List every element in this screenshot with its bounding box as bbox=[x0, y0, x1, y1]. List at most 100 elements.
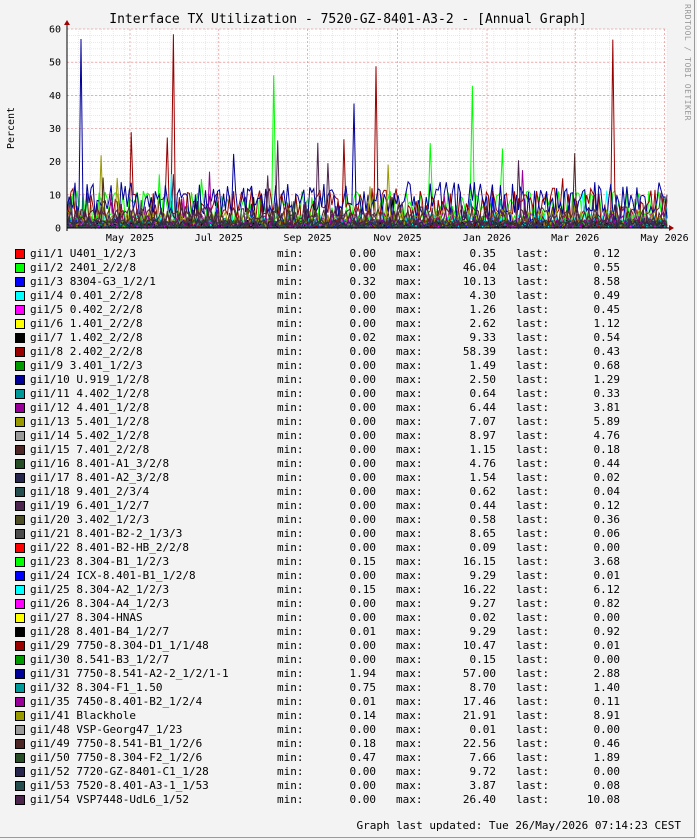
legend-series-name: gi1/20 3.402_1/2/3 bbox=[30, 513, 150, 526]
legend-max-label: max: bbox=[396, 275, 423, 288]
legend-row: gi1/29 7750-8.304-D1_1/1/48 min: 0.00 max: 1… bbox=[14, 639, 684, 653]
legend-last-label: last: bbox=[516, 275, 550, 288]
legend-max-label: max: bbox=[396, 667, 423, 680]
legend-swatch bbox=[15, 389, 25, 399]
legend-max-value: 0.09 bbox=[469, 541, 497, 554]
legend-min-value: 0.00 bbox=[349, 289, 377, 302]
legend-last-value: 2.88 bbox=[593, 667, 621, 680]
legend-min-value: 0.00 bbox=[349, 541, 377, 554]
legend-series-name: gi1/11 4.402_1/2/8 bbox=[30, 387, 150, 400]
legend-max-label: max: bbox=[396, 597, 423, 610]
legend-last-value: 10.08 bbox=[586, 793, 620, 806]
legend-last-label: last: bbox=[516, 443, 550, 456]
legend-last-value: 6.12 bbox=[593, 583, 621, 596]
legend-min-label: min: bbox=[277, 541, 304, 554]
legend-min-value: 0.00 bbox=[349, 723, 377, 736]
legend-swatch bbox=[15, 725, 25, 735]
legend-max-label: max: bbox=[396, 303, 423, 316]
legend-last-value: 0.11 bbox=[593, 695, 621, 708]
last-updated: Graph last updated: Tue 26/May/2026 07:1… bbox=[356, 819, 681, 832]
legend-max-label: max: bbox=[396, 373, 423, 386]
legend-last-value: 0.49 bbox=[593, 289, 621, 302]
legend-swatch bbox=[15, 599, 25, 609]
legend-min-value: 0.00 bbox=[349, 527, 377, 540]
legend-last-label: last: bbox=[516, 583, 550, 596]
legend-row: gi1/24 ICX-8.401-B1_1/2/8 min: 0.00 max: 9.2… bbox=[14, 569, 684, 583]
rrdtool-credit: RRDTOOL / TOBI OETIKER bbox=[683, 4, 692, 121]
legend-series-name: gi1/19 6.401_1/2/7 bbox=[30, 499, 150, 512]
legend: gi1/1 U401_1/2/3 min: 0.00 max: 0.35 last: 0.1… bbox=[14, 247, 684, 807]
legend-min-label: min: bbox=[277, 751, 304, 764]
legend-swatch bbox=[15, 795, 25, 805]
legend-last-label: last: bbox=[516, 457, 550, 470]
legend-last-label: last: bbox=[516, 387, 550, 400]
legend-last-label: last: bbox=[516, 737, 550, 750]
legend-min-value: 0.00 bbox=[349, 261, 377, 274]
legend-last-label: last: bbox=[516, 317, 550, 330]
legend-row: gi1/5 0.402_2/2/8 min: 0.00 max: 1.26 last: 0.… bbox=[14, 303, 684, 317]
legend-min-value: 0.00 bbox=[349, 415, 377, 428]
legend-max-label: max: bbox=[396, 443, 423, 456]
legend-row: gi1/23 8.304-B1_1/2/3 min: 0.15 max: 16.15 la… bbox=[14, 555, 684, 569]
legend-last-label: last: bbox=[516, 261, 550, 274]
legend-max-value: 6.44 bbox=[469, 401, 497, 414]
legend-row: gi1/14 5.402_1/2/8 min: 0.00 max: 8.97 last: 4… bbox=[14, 429, 684, 443]
legend-min-value: 0.00 bbox=[349, 513, 377, 526]
legend-series-name: gi1/18 9.401_2/3/4 bbox=[30, 485, 150, 498]
legend-max-value: 0.44 bbox=[469, 499, 497, 512]
legend-last-value: 3.81 bbox=[593, 401, 621, 414]
legend-max-label: max: bbox=[396, 261, 423, 274]
y-tick-label: 40 bbox=[49, 91, 61, 102]
legend-swatch bbox=[15, 403, 25, 413]
legend-max-value: 9.29 bbox=[469, 625, 497, 638]
legend-last-label: last: bbox=[516, 359, 550, 372]
legend-min-label: min: bbox=[277, 765, 304, 778]
legend-last-label: last: bbox=[516, 751, 550, 764]
legend-swatch bbox=[15, 627, 25, 637]
legend-series-name: gi1/35 7450-8.401-B2_1/2/4 bbox=[30, 695, 203, 708]
legend-max-label: max: bbox=[396, 737, 423, 750]
legend-last-value: 0.45 bbox=[593, 303, 621, 316]
legend-max-value: 9.33 bbox=[469, 331, 497, 344]
legend-min-value: 0.00 bbox=[349, 373, 377, 386]
legend-min-value: 0.00 bbox=[349, 443, 377, 456]
legend-series-name: gi1/24 ICX-8.401-B1_1/2/8 bbox=[30, 569, 196, 582]
legend-min-value: 0.00 bbox=[349, 303, 377, 316]
legend-last-value: 0.01 bbox=[593, 569, 621, 582]
legend-min-value: 0.00 bbox=[349, 485, 377, 498]
legend-max-value: 1.49 bbox=[469, 359, 497, 372]
legend-max-label: max: bbox=[396, 317, 423, 330]
legend-swatch bbox=[15, 543, 25, 553]
legend-row: gi1/41 Blackhole min: 0.14 max: 21.91 last: 8.… bbox=[14, 709, 684, 723]
legend-min-value: 0.00 bbox=[349, 569, 377, 582]
legend-series-name: gi1/12 4.401_1/2/8 bbox=[30, 401, 150, 414]
legend-row: gi1/15 7.401_2/2/8 min: 0.00 max: 1.15 last: 0… bbox=[14, 443, 684, 457]
legend-max-value: 4.30 bbox=[469, 289, 497, 302]
legend-series-name: gi1/9 3.401_1/2/3 bbox=[30, 359, 143, 372]
legend-min-label: min: bbox=[277, 597, 304, 610]
legend-swatch bbox=[15, 529, 25, 539]
legend-min-label: min: bbox=[277, 359, 304, 372]
legend-last-value: 0.44 bbox=[593, 457, 621, 470]
legend-max-value: 7.07 bbox=[469, 415, 497, 428]
legend-min-value: 0.00 bbox=[349, 639, 377, 652]
legend-swatch bbox=[15, 613, 25, 623]
legend-last-value: 8.58 bbox=[593, 275, 621, 288]
legend-last-value: 3.68 bbox=[593, 555, 621, 568]
legend-last-label: last: bbox=[516, 695, 550, 708]
legend-swatch bbox=[15, 473, 25, 483]
legend-row: gi1/18 9.401_2/3/4 min: 0.00 max: 0.62 last: 0… bbox=[14, 485, 684, 499]
legend-max-label: max: bbox=[396, 681, 423, 694]
legend-series-name: gi1/48 VSP-Georg47_1/23 bbox=[30, 723, 183, 736]
legend-row: gi1/48 VSP-Georg47_1/23 min: 0.00 max: 0.01 l… bbox=[14, 723, 684, 737]
legend-max-value: 8.97 bbox=[469, 429, 497, 442]
legend-min-value: 0.00 bbox=[349, 597, 377, 610]
legend-min-label: min: bbox=[277, 261, 304, 274]
legend-max-label: max: bbox=[396, 751, 423, 764]
legend-row: gi1/19 6.401_1/2/7 min: 0.00 max: 0.44 last: 0… bbox=[14, 499, 684, 513]
legend-series-name: gi1/2 2401_2/2/8 bbox=[30, 261, 136, 274]
legend-last-label: last: bbox=[516, 793, 550, 806]
legend-series-name: gi1/25 8.304-A2_1/2/3 bbox=[30, 583, 170, 596]
legend-min-value: 0.18 bbox=[349, 737, 377, 750]
x-tick-label: Jul 2025 bbox=[195, 233, 243, 244]
